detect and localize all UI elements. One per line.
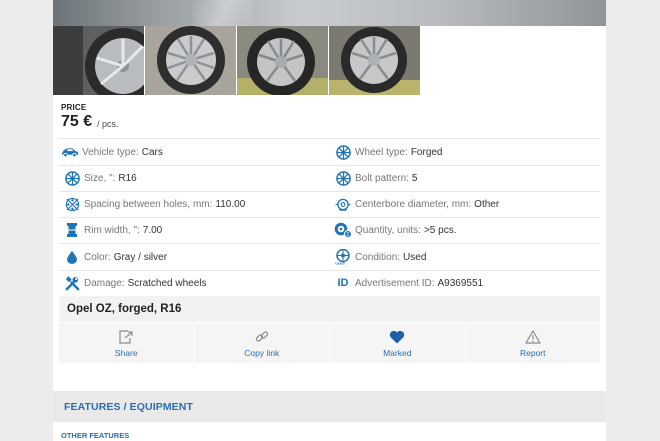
spec-vehicle-type: Vehicle type: Cars (61, 144, 163, 160)
spec-color: Color: Gray / silver (63, 249, 167, 265)
spec-value: Scratched wheels (127, 277, 207, 289)
spec-value: 5 (411, 172, 418, 184)
spec-quantity: 2 Quantity, units: >5 pcs. (334, 222, 457, 238)
spec-value: Forged (410, 146, 443, 158)
svg-text:used: used (335, 261, 345, 266)
spec-label: Centerbore diameter, mm: (355, 198, 472, 210)
spec-label: Size, ": (84, 172, 116, 184)
spec-wheel-type: Wheel type: Forged (334, 144, 443, 160)
spec-value: Cars (141, 146, 163, 158)
listing-card: PRICE 75 € / pcs. Vehicle type: Cars Whe… (53, 0, 606, 441)
spec-value: 110.00 (215, 198, 246, 210)
listing-title: Opel OZ, forged, R16 (67, 303, 182, 315)
heart-icon (389, 329, 405, 345)
spec-damage: Damage: Scratched wheels (63, 275, 207, 291)
action-bar: Share Copy link Marked Report (59, 323, 600, 363)
wheel-icon (334, 144, 352, 160)
spec-value: Used (403, 251, 427, 263)
spec-bolt-pattern: Bolt pattern: 5 (334, 170, 417, 186)
thumbnail-4[interactable] (329, 26, 420, 95)
spec-value: A9369551 (437, 277, 484, 289)
divider (59, 270, 600, 271)
svg-text:2: 2 (346, 232, 349, 238)
spacing-icon (63, 196, 81, 212)
tools-icon (63, 275, 81, 291)
spec-label: Quantity, units: (355, 224, 421, 236)
thumbnail-1[interactable] (53, 26, 144, 95)
price-amount: 75 € (61, 113, 93, 130)
price-unit: / pcs. (97, 119, 119, 129)
divider (59, 243, 600, 244)
id-icon: ID (337, 277, 349, 289)
marked-button[interactable]: Marked (330, 323, 465, 363)
spec-value: >5 pcs. (423, 224, 457, 236)
copy-link-label: Copy link (244, 347, 280, 358)
divider (59, 138, 600, 139)
divider (59, 217, 600, 218)
centerbore-icon (334, 196, 352, 212)
main-photo[interactable] (53, 0, 606, 26)
price-label: PRICE (61, 103, 87, 112)
car-icon (61, 144, 79, 160)
spec-label: Rim width, ": (84, 224, 140, 236)
spec-label: Bolt pattern: (355, 172, 409, 184)
divider (59, 165, 600, 166)
other-features-label: OTHER FEATURES (61, 431, 130, 440)
spec-rim-width: Rim width, ": 7.00 (63, 222, 162, 238)
features-title: FEATURES / EQUIPMENT (64, 401, 193, 413)
rim-width-icon (63, 222, 81, 238)
spec-value: Gray / silver (113, 251, 168, 263)
spec-label: Wheel type: (355, 146, 408, 158)
link-icon (254, 329, 270, 345)
spec-centerbore: Centerbore diameter, mm: Other (334, 196, 499, 212)
warning-icon (525, 329, 541, 345)
wheel-icon (63, 170, 81, 186)
used-condition-icon: used (334, 249, 352, 265)
thumbnail-strip (53, 26, 420, 95)
thumbnail-3[interactable] (237, 26, 328, 95)
report-button[interactable]: Report (465, 323, 600, 363)
report-label: Report (519, 347, 546, 358)
quantity-icon: 2 (334, 222, 352, 238)
spec-label: Color: (84, 251, 111, 263)
thumbnail-2[interactable] (145, 26, 236, 95)
share-label: Share (114, 347, 138, 358)
spec-value: Other (474, 198, 500, 210)
spec-value: R16 (118, 172, 137, 184)
divider (59, 191, 600, 192)
spec-spacing: Spacing between holes, mm: 110.00 (63, 196, 245, 212)
spec-label: Vehicle type: (82, 146, 139, 158)
spec-ad-id: ID Advertisement ID: A9369551 (334, 275, 484, 291)
wheel-icon (334, 170, 352, 186)
spec-label: Damage: (84, 277, 125, 289)
spec-label: Spacing between holes, mm: (84, 198, 213, 210)
spec-label: Advertisement ID: (355, 277, 435, 289)
share-button[interactable]: Share (59, 323, 194, 363)
spec-condition: used Condition: Used (334, 249, 426, 265)
share-icon (118, 329, 134, 345)
spec-size: Size, ": R16 (63, 170, 137, 186)
drop-icon (63, 249, 81, 265)
copy-link-button[interactable]: Copy link (194, 323, 329, 363)
spec-value: 7.00 (142, 224, 163, 236)
marked-label: Marked (383, 347, 412, 358)
spec-label: Condition: (355, 251, 401, 263)
